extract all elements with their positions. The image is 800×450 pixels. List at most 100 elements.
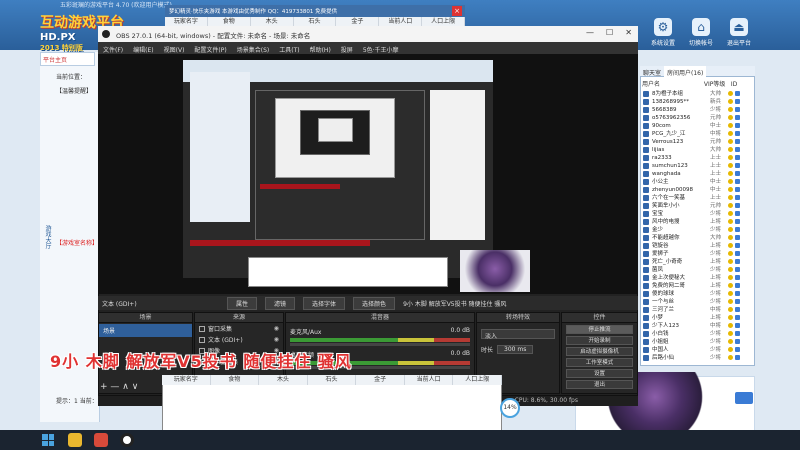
- user-row[interactable]: 少下人123 中将: [641, 322, 754, 330]
- virtual-camera-button[interactable]: 启动虚拟摄像机: [566, 347, 633, 356]
- user-row[interactable]: ra2333 上士: [641, 154, 754, 162]
- col-vip[interactable]: VIP等级: [704, 79, 729, 88]
- menu-profile[interactable]: 配置文件(P): [189, 42, 231, 54]
- minimize-icon[interactable]: —: [586, 28, 594, 40]
- switch-account-button[interactable]: ⌂ 切换帐号: [683, 18, 719, 56]
- user-row[interactable]: 小白钱 少将: [641, 330, 754, 338]
- maximize-icon[interactable]: ☐: [606, 28, 613, 40]
- user-row[interactable]: 后路小仙 少将: [641, 354, 754, 362]
- studio-mode-button[interactable]: 工作室模式: [566, 358, 633, 367]
- col-username[interactable]: 用户名: [642, 79, 702, 88]
- obs-logo-icon: [102, 30, 110, 38]
- menu-cast[interactable]: 投屏: [336, 42, 358, 54]
- user-row[interactable]: wanghada 上士: [641, 170, 754, 178]
- source-item[interactable]: 文本 (GDI+) ◉: [195, 334, 283, 345]
- badge-icon: [728, 219, 733, 224]
- user-row[interactable]: 笑面芈小小 元帅: [641, 202, 754, 210]
- menu-view[interactable]: 视图(V): [159, 42, 190, 54]
- transition-select[interactable]: 淡入: [481, 329, 555, 340]
- user-row[interactable]: 金上次便秘大 上将: [641, 274, 754, 282]
- menu-file[interactable]: 文件(F): [98, 42, 128, 54]
- user-level: 中将: [710, 131, 722, 137]
- exit-button[interactable]: 退出: [566, 380, 633, 389]
- badge-icon: [728, 235, 733, 240]
- user-row[interactable]: o5763962356 元帅: [641, 114, 754, 122]
- scene-item[interactable]: 场景: [99, 324, 192, 337]
- track-name: 麦克风/Aux: [290, 329, 322, 336]
- eye-icon[interactable]: ◉: [274, 325, 279, 332]
- user-name: Verrous123: [652, 139, 684, 145]
- tab-home[interactable]: 平台主页: [40, 52, 95, 66]
- select-color-button[interactable]: 选择颜色: [353, 296, 396, 310]
- tab-chat[interactable]: 聊天室: [640, 66, 664, 79]
- user-row[interactable]: 中国人 少将: [641, 346, 754, 354]
- user-row[interactable]: 小姐姐 少将: [641, 338, 754, 346]
- user-row[interactable]: Verrous123 元帅: [641, 138, 754, 146]
- user-row[interactable]: 8为橙子本组 大帅: [641, 90, 754, 98]
- user-row[interactable]: 六个在一笑基 上士: [641, 194, 754, 202]
- exit-button[interactable]: ⏏ 退出平台: [721, 18, 757, 56]
- user-row[interactable]: 三河了兰 中将: [641, 306, 754, 314]
- obs-icon[interactable]: [120, 433, 134, 447]
- settings-button[interactable]: ⚙ 系统设置: [645, 18, 681, 56]
- duration-input[interactable]: 300 ms: [497, 345, 534, 354]
- badge-icon: [728, 203, 733, 208]
- game-icon[interactable]: [94, 433, 108, 447]
- side-label[interactable]: 游戏大厅: [40, 225, 52, 265]
- user-row[interactable]: 爱狮子 少将: [641, 250, 754, 258]
- user-row[interactable]: 小梦 上将: [641, 314, 754, 322]
- user-row[interactable]: 90com 中士: [641, 122, 754, 130]
- eye-icon[interactable]: ◉: [274, 336, 279, 343]
- user-row[interactable]: 5668389 少将: [641, 106, 754, 114]
- properties-button[interactable]: 属性: [227, 296, 258, 310]
- user-row[interactable]: 不能超越你 大帅: [641, 234, 754, 242]
- volume-slider[interactable]: [290, 343, 470, 346]
- menu-tools[interactable]: 工具(T): [274, 42, 304, 54]
- close-window-icon[interactable]: ✕: [625, 28, 632, 40]
- user-row[interactable]: lijias 大帅: [641, 146, 754, 154]
- filters-button[interactable]: 滤镜: [265, 296, 296, 310]
- user-row[interactable]: sumchun123 上士: [641, 162, 754, 170]
- user-row[interactable]: 免费的网二哥 上将: [641, 282, 754, 290]
- badge-icon: [728, 163, 733, 168]
- user-name: 少下人123: [652, 323, 679, 329]
- settings-label: 系统设置: [650, 40, 675, 47]
- diamond-icon: [735, 115, 740, 120]
- preview-nested-panel: [190, 72, 250, 222]
- switch-account-label: 切换帐号: [688, 40, 713, 47]
- user-row[interactable]: PCG_九少_江 中将: [641, 130, 754, 138]
- user-row[interactable]: 傻的球球 少将: [641, 290, 754, 298]
- start-recording-button[interactable]: 开始录制: [566, 336, 633, 345]
- preview-user-list: [430, 90, 485, 240]
- user-level: 大帅: [710, 91, 722, 97]
- user-row[interactable]: 小公主 中士: [641, 178, 754, 186]
- scene-tools[interactable]: + — ∧ ∨: [100, 382, 138, 392]
- start-icon[interactable]: [42, 434, 54, 446]
- browser-icon[interactable]: [68, 433, 82, 447]
- obs-title: OBS 27.0.1 (64-bit, windows) - 配置文件: 未命名…: [98, 26, 638, 42]
- source-item[interactable]: 窗口采集 ◉: [195, 323, 283, 334]
- user-row[interactable]: 菌凤 少将: [641, 266, 754, 274]
- close-icon[interactable]: ×: [452, 6, 462, 16]
- user-row[interactable]: 金少 少将: [641, 226, 754, 234]
- user-row[interactable]: 风中的电搜 上将: [641, 218, 754, 226]
- user-name: 风中的电搜: [652, 219, 680, 225]
- settings-button[interactable]: 设置: [566, 369, 633, 378]
- user-row[interactable]: 宝宝 少将: [641, 210, 754, 218]
- menu-help[interactable]: 帮助(H): [305, 42, 336, 54]
- menu-edit[interactable]: 编辑(E): [128, 42, 158, 54]
- user-row[interactable]: 死亡_小奇奇 上将: [641, 258, 754, 266]
- menu-extra[interactable]: 5色·千王小摩: [358, 42, 404, 54]
- stop-streaming-button[interactable]: 停止推流: [566, 325, 633, 334]
- diamond-icon: [735, 155, 740, 160]
- resource-table-title: 梦幻精灵·快乐夹游戏 本游戏由优秀制作 QQ：419733801 免费提供: [165, 5, 465, 17]
- select-font-button[interactable]: 选择字体: [303, 296, 346, 310]
- user-row[interactable]: 一个与丝 少将: [641, 298, 754, 306]
- user-row[interactable]: 铠旋谷 上将: [641, 242, 754, 250]
- user-row[interactable]: zhenyun00098 中士: [641, 186, 754, 194]
- tab-room-users[interactable]: 房间用户(16): [664, 66, 707, 79]
- user-row[interactable]: 138268995** 新兵: [641, 98, 754, 106]
- selected-source-label: 文本 (GDI+): [102, 300, 137, 308]
- menu-scene-collection[interactable]: 场景集合(S): [232, 42, 275, 54]
- col-id[interactable]: ID: [731, 81, 737, 88]
